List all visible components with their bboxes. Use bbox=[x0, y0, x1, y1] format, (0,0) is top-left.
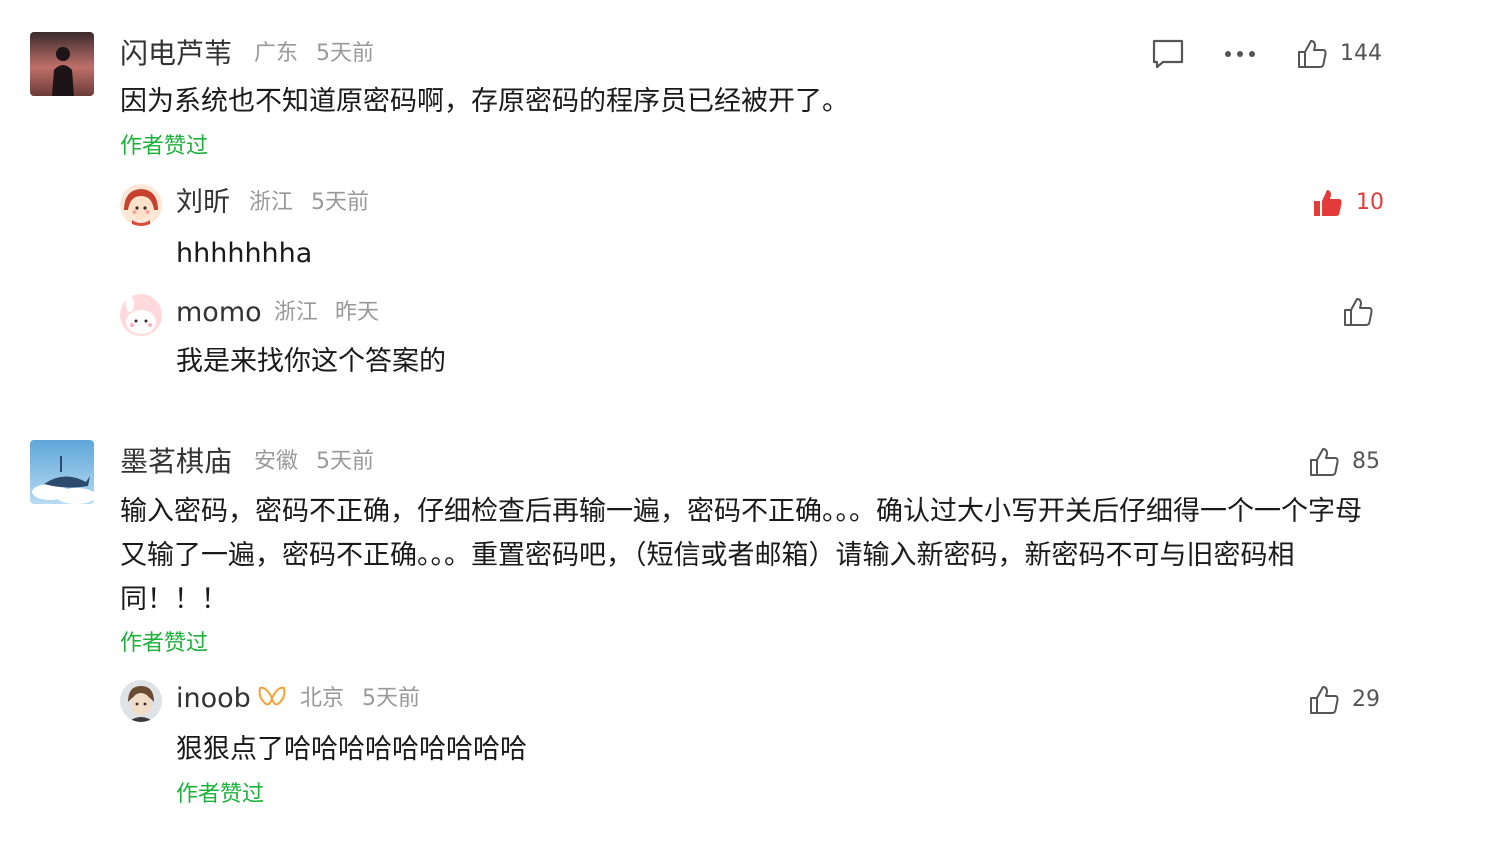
reply-avatar[interactable] bbox=[120, 184, 162, 226]
author-liked-badge: 作者赞过 bbox=[176, 782, 265, 807]
location: 浙江 bbox=[249, 190, 294, 215]
location: 北京 bbox=[300, 686, 345, 711]
like-button[interactable] bbox=[1342, 292, 1374, 332]
like-count: 10 bbox=[1356, 190, 1384, 215]
timestamp: 5天前 bbox=[316, 41, 374, 66]
location: 安徽 bbox=[254, 449, 299, 474]
like-count: 144 bbox=[1340, 41, 1382, 66]
reply-avatar[interactable] bbox=[120, 294, 162, 336]
username[interactable]: inoob bbox=[176, 680, 251, 718]
reply-text: hhhhhhha bbox=[176, 238, 313, 269]
more-button[interactable] bbox=[1220, 36, 1260, 72]
reply-text: 狠狠点了哈哈哈哈哈哈哈哈哈 bbox=[176, 734, 527, 765]
avatar-image-anime-boy bbox=[120, 680, 162, 722]
timestamp: 5天前 bbox=[311, 190, 369, 215]
reply-button[interactable] bbox=[1148, 36, 1188, 72]
like-button[interactable]: 85 bbox=[1308, 442, 1380, 482]
comment-text: 输入密码，密码不正确，仔细检查后再输一遍，密码不正确。。。确认过大小写开关后仔细… bbox=[120, 496, 1362, 615]
avatar[interactable] bbox=[30, 32, 94, 96]
username[interactable]: 闪电芦苇 bbox=[120, 34, 232, 74]
avatar-image-pink-bunny bbox=[120, 294, 162, 336]
avatar-image-cartoon-girl bbox=[120, 184, 162, 226]
username[interactable]: 刘昕 bbox=[176, 184, 230, 222]
like-button[interactable]: 10 bbox=[1312, 183, 1384, 223]
like-count: 85 bbox=[1352, 449, 1380, 474]
username[interactable]: 墨茗棋庙 bbox=[120, 442, 232, 482]
butterfly-badge-icon bbox=[258, 686, 286, 706]
reply-icon bbox=[1152, 39, 1184, 69]
author-liked-badge: 作者赞过 bbox=[120, 134, 209, 159]
like-button[interactable]: 29 bbox=[1308, 680, 1380, 720]
thumb-up-icon bbox=[1344, 298, 1373, 326]
like-count: 29 bbox=[1352, 687, 1380, 712]
thumb-up-icon bbox=[1310, 448, 1339, 476]
avatar-image-silhouette bbox=[30, 32, 94, 96]
timestamp: 5天前 bbox=[362, 686, 420, 711]
thumb-up-icon bbox=[1298, 40, 1327, 68]
avatar[interactable] bbox=[30, 440, 94, 504]
reply-text: 我是来找你这个答案的 bbox=[176, 346, 446, 377]
thumb-up-filled-icon bbox=[1314, 190, 1342, 216]
avatar-image-sky-whale bbox=[30, 440, 94, 504]
more-icon bbox=[1225, 51, 1255, 57]
timestamp: 5天前 bbox=[316, 449, 374, 474]
location: 浙江 bbox=[274, 300, 319, 325]
username[interactable]: momo bbox=[176, 294, 262, 332]
timestamp: 昨天 bbox=[335, 300, 380, 325]
reply-avatar[interactable] bbox=[120, 680, 162, 722]
like-button[interactable]: 144 bbox=[1296, 34, 1382, 74]
thumb-up-icon bbox=[1310, 686, 1339, 714]
comment-text: 因为系统也不知道原密码啊，存原密码的程序员已经被开了。 bbox=[120, 86, 849, 117]
location: 广东 bbox=[254, 41, 299, 66]
author-liked-badge: 作者赞过 bbox=[120, 631, 209, 656]
